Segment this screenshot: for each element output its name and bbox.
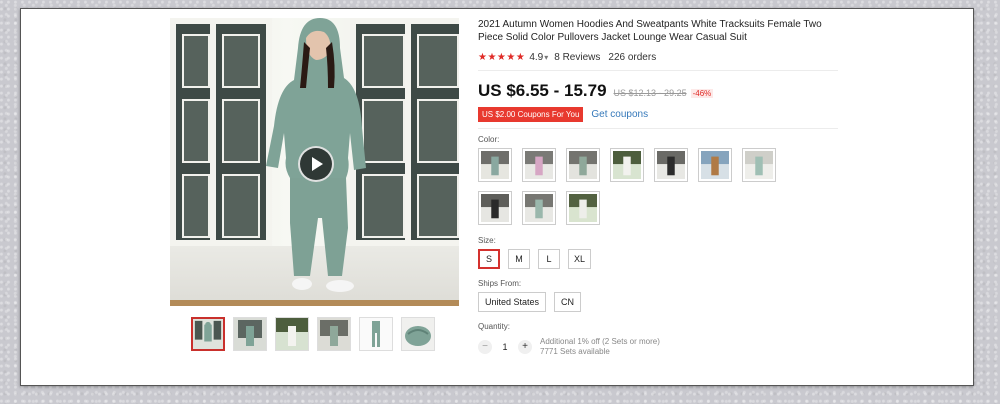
bulk-discount-note: Additional 1% off (2 Sets or more) <box>540 337 660 346</box>
color-swatch[interactable] <box>566 148 600 182</box>
color-swatch[interactable] <box>522 191 556 225</box>
stock-available: 7771 Sets available <box>540 347 610 356</box>
ships-from-united-states[interactable]: United States <box>478 292 547 312</box>
price: US $6.55 - 15.79 <box>478 81 607 100</box>
color-swatch[interactable] <box>654 148 688 182</box>
color-swatch[interactable] <box>478 191 512 225</box>
quantity-decrease-button[interactable]: − <box>478 340 492 354</box>
original-price: US $12.13 - 29.25 <box>613 88 687 98</box>
thumbnail[interactable] <box>317 317 351 351</box>
price-row: US $6.55 - 15.79 US $12.13 - 29.25 -46% <box>478 81 838 101</box>
play-icon <box>312 157 323 171</box>
color-swatch[interactable] <box>478 148 512 182</box>
thumbnail[interactable] <box>275 317 309 351</box>
rating-row: ★★★★★ 4.9 ▾ 8 Reviews 226 orders <box>478 50 838 64</box>
thumbnail[interactable] <box>401 317 435 351</box>
color-swatch[interactable] <box>742 148 776 182</box>
color-label: Color: <box>478 135 500 144</box>
color-swatch[interactable] <box>698 148 732 182</box>
size-label: Size: <box>478 236 496 245</box>
divider <box>478 70 838 71</box>
reviews-link[interactable]: 8 Reviews <box>554 52 600 63</box>
color-swatch[interactable] <box>566 191 600 225</box>
thumbnail[interactable] <box>191 317 225 351</box>
star-rating-icon: ★★★★★ <box>478 51 526 63</box>
rating-value[interactable]: 4.9 <box>529 52 543 63</box>
quantity-note: Additional 1% off (2 Sets or more) 7771 … <box>540 337 660 357</box>
orders-count: 226 orders <box>608 51 657 63</box>
product-info: 2021 Autumn Women Hoodies And Sweatpants… <box>478 18 838 357</box>
discount-badge: -46% <box>690 89 714 98</box>
main-product-image[interactable] <box>170 18 459 306</box>
thumbnail[interactable] <box>233 317 267 351</box>
quantity-label: Quantity: <box>478 322 511 331</box>
size-option-l[interactable]: L <box>538 249 560 269</box>
quantity-increase-button[interactable]: + <box>518 340 532 354</box>
ships-from-cn[interactable]: CN <box>554 292 582 312</box>
quantity-input[interactable]: 1 <box>492 342 518 352</box>
color-swatch[interactable] <box>522 148 556 182</box>
size-option-m[interactable]: M <box>508 249 530 269</box>
size-option-xl[interactable]: XL <box>568 249 592 269</box>
chevron-down-icon[interactable]: ▾ <box>544 53 548 62</box>
ships-from-label: Ships From: <box>478 279 522 288</box>
size-option-s[interactable]: S <box>478 249 500 269</box>
coupon-badge: US $2.00 Coupons For You <box>478 107 584 122</box>
ships-from-options: United States CN <box>478 292 838 312</box>
size-options: S M L XL <box>478 249 838 269</box>
product-page: 2021 Autumn Women Hoodies And Sweatpants… <box>20 8 974 386</box>
quantity-stepper: − 1 + Additional 1% off (2 Sets or more)… <box>478 337 838 357</box>
thumbnail[interactable] <box>359 317 393 351</box>
coupon-row: US $2.00 Coupons For You Get coupons <box>478 107 838 122</box>
product-title: 2021 Autumn Women Hoodies And Sweatpants… <box>478 19 822 43</box>
color-swatch[interactable] <box>610 148 644 182</box>
get-coupons-link[interactable]: Get coupons <box>591 109 648 120</box>
play-video-button[interactable] <box>298 146 334 182</box>
color-swatches <box>478 148 808 234</box>
divider <box>478 128 838 129</box>
